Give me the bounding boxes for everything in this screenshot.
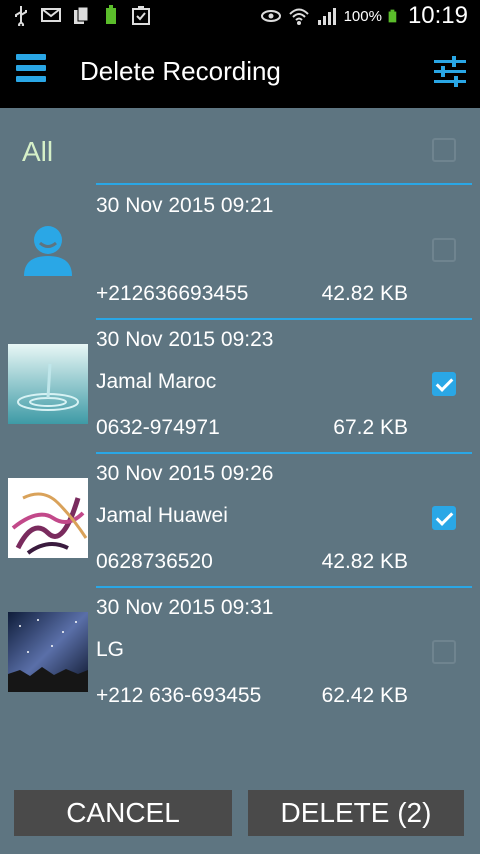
recording-phone-number: +212636693455 <box>96 282 249 305</box>
cancel-button[interactable]: CANCEL <box>14 790 232 836</box>
sim-icon <box>74 6 89 24</box>
select-all-label: All <box>22 136 54 167</box>
battery-percent: 100% <box>343 7 382 25</box>
water-drop-photo <box>8 344 88 424</box>
ink-smoke-photo <box>8 478 88 558</box>
delete-button[interactable]: DELETE (2) <box>248 790 464 836</box>
mail-icon <box>41 8 61 22</box>
eye-icon <box>260 10 281 22</box>
action-bar: Delete Recording <box>0 34 480 108</box>
tune-icon[interactable] <box>432 54 468 88</box>
recording-item[interactable]: 30 Nov 2015 09:26 Jamal Huawei 062873652… <box>0 454 480 588</box>
recording-date: 30 Nov 2015 09:23 <box>96 328 274 351</box>
system-status: 100% 10:19 <box>260 2 468 30</box>
recording-item[interactable]: 30 Nov 2015 09:23 Jamal Maroc 0632-97497… <box>0 320 480 454</box>
recording-phone-number: 0628736520 <box>96 550 213 573</box>
recording-date: 30 Nov 2015 09:31 <box>96 596 274 619</box>
recording-checkbox[interactable] <box>432 640 456 664</box>
battery-small-icon <box>106 5 116 24</box>
recording-phone-number: 0632-974971 <box>96 416 220 439</box>
recording-contact-name: Jamal Maroc <box>96 370 217 393</box>
wifi-icon <box>288 8 309 25</box>
menu-icon[interactable] <box>16 54 46 90</box>
usb-icon <box>15 6 27 26</box>
night-sky-photo <box>8 612 88 692</box>
recording-checkbox[interactable] <box>432 238 456 262</box>
recording-contact-name: LG <box>96 638 125 661</box>
recording-contact-name: Jamal Huawei <box>96 504 228 527</box>
recording-item[interactable]: 30 Nov 2015 09:31 LG +212 636-693455 62.… <box>0 588 480 722</box>
recording-item[interactable]: 30 Nov 2015 09:21 +212636693455 42.82 KB <box>0 186 480 320</box>
clipboard-icon <box>132 6 150 25</box>
recording-checkbox[interactable] <box>432 372 456 396</box>
select-all-checkbox[interactable] <box>432 138 456 162</box>
recording-file-size: 42.82 KB <box>321 282 408 305</box>
notification-icons <box>10 4 152 26</box>
recording-file-size: 42.82 KB <box>321 550 408 573</box>
contact-placeholder-icon <box>8 210 88 290</box>
recording-file-size: 62.42 KB <box>321 684 408 707</box>
recording-file-size: 67.2 KB <box>333 416 408 439</box>
select-all-row[interactable]: All <box>0 108 480 184</box>
recording-checkbox[interactable] <box>432 506 456 530</box>
status-bar: 100% 10:19 <box>0 0 480 34</box>
clock: 10:19 <box>407 2 468 29</box>
recording-date: 30 Nov 2015 09:26 <box>96 462 274 485</box>
divider <box>96 183 472 185</box>
recording-phone-number: +212 636-693455 <box>96 684 262 707</box>
page-title: Delete Recording <box>80 56 281 86</box>
signal-icon <box>317 8 336 25</box>
recording-date: 30 Nov 2015 09:21 <box>96 194 274 217</box>
battery-icon <box>388 9 397 23</box>
